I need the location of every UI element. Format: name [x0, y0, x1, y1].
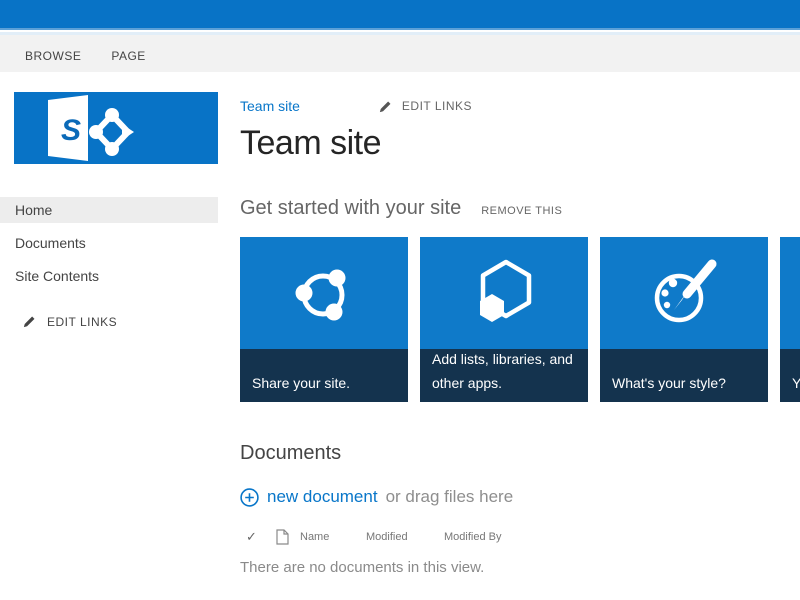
breadcrumb-team-site-link[interactable]: Team site [240, 98, 300, 114]
pencil-icon [378, 99, 393, 114]
column-header-modified-by[interactable]: Modified By [444, 531, 501, 543]
sidebar-item-home[interactable]: Home [0, 197, 218, 223]
get-started-heading: Get started with your site [240, 197, 461, 220]
tile-whats-your-style[interactable]: What's your style? [600, 237, 768, 402]
page-title: Team site [240, 124, 381, 163]
share-icon [240, 237, 408, 350]
get-started-header: Get started with your site REMOVE THIS [240, 197, 562, 220]
sidebar-edit-links-label: EDIT LINKS [47, 315, 117, 329]
tile-caption: Share your site. [240, 349, 408, 402]
ribbon-bar: BROWSE PAGE [0, 35, 800, 72]
tile-caption: Add lists, libraries, and other apps. [420, 349, 588, 402]
tab-page[interactable]: PAGE [111, 49, 145, 63]
new-document-link[interactable]: new document [267, 487, 378, 507]
tile-add-lists-libraries[interactable]: Add lists, libraries, and other apps. [420, 237, 588, 402]
tile-caption: Your site. Your brand. [780, 349, 800, 402]
pencil-icon [22, 314, 37, 329]
document-type-icon[interactable] [276, 529, 300, 545]
clipped-tile-icon [780, 237, 800, 350]
tile-your-site-your-brand[interactable]: Your site. Your brand. [780, 237, 800, 402]
select-all-checkmark[interactable]: ✓ [246, 529, 276, 545]
get-started-tiles: Share your site. Add lists, libraries, a… [240, 237, 800, 402]
documents-heading: Documents [240, 442, 341, 465]
drag-files-text: or drag files here [386, 487, 514, 507]
suite-bar [0, 0, 800, 30]
empty-view-message: There are no documents in this view. [240, 559, 484, 576]
tile-caption: What's your style? [600, 349, 768, 402]
palette-brush-icon [600, 237, 768, 350]
sidebar-item-site-contents[interactable]: Site Contents [0, 263, 218, 289]
tab-browse[interactable]: BROWSE [25, 49, 81, 63]
tile-share-your-site[interactable]: Share your site. [240, 237, 408, 402]
file-icon [276, 529, 289, 545]
sharepoint-logo-icon: S [14, 92, 218, 164]
svg-text:S: S [61, 114, 81, 147]
column-header-name[interactable]: Name [300, 531, 366, 543]
sharepoint-logo[interactable]: S [14, 92, 218, 164]
header-edit-links-label: EDIT LINKS [402, 99, 472, 113]
plus-circle-icon[interactable] [240, 488, 259, 507]
breadcrumb: Team site EDIT LINKS [240, 98, 472, 114]
sidebar-item-documents[interactable]: Documents [0, 230, 218, 256]
hexagon-apps-icon [420, 237, 588, 350]
header-edit-links[interactable]: EDIT LINKS [378, 99, 472, 114]
sidebar: S Home Documents Site Contents EDIT LINK… [0, 72, 225, 600]
new-document-row: new document or drag files here [240, 487, 513, 507]
documents-table-header: ✓ Name Modified Modified By [246, 529, 501, 545]
remove-this-link[interactable]: REMOVE THIS [481, 205, 562, 217]
sidebar-edit-links[interactable]: EDIT LINKS [0, 314, 218, 329]
sidebar-nav: Home Documents Site Contents [0, 197, 218, 296]
column-header-modified[interactable]: Modified [366, 531, 444, 543]
